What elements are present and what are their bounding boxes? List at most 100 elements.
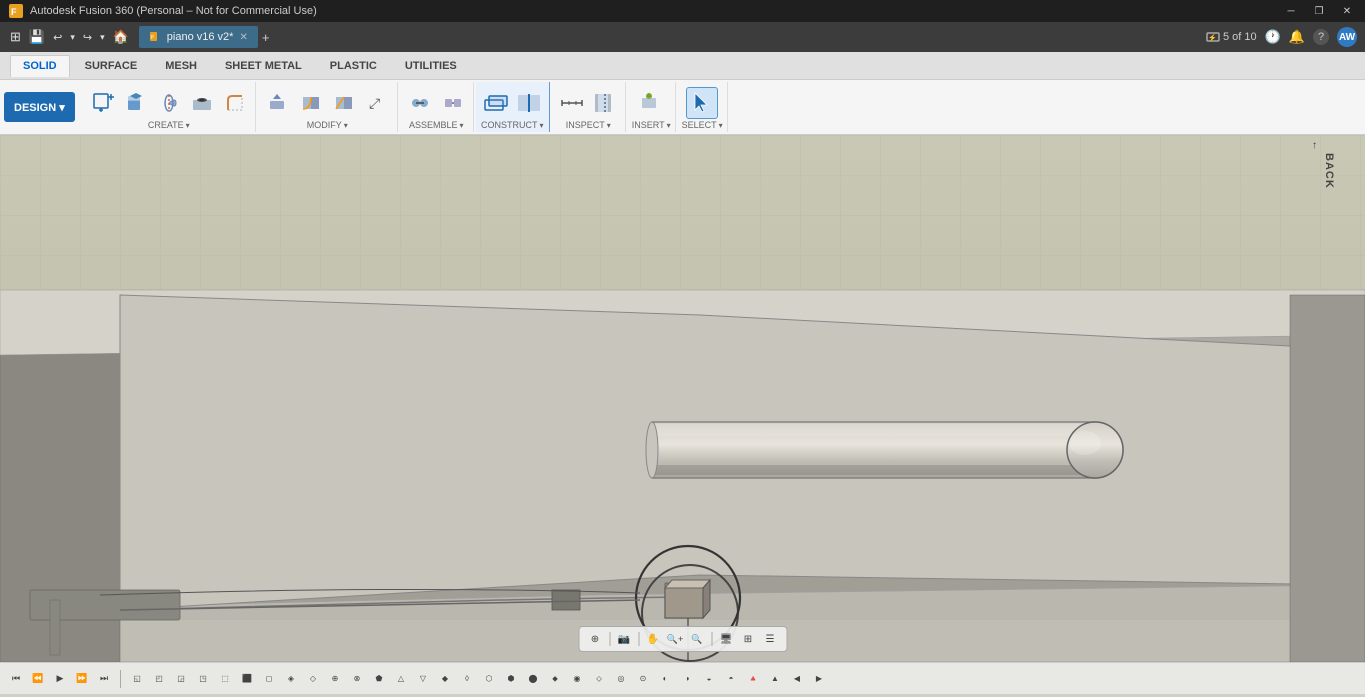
extrude-button[interactable]: [120, 87, 152, 119]
tool-4[interactable]: ◳: [193, 669, 213, 689]
tool-5[interactable]: ⬚: [215, 669, 235, 689]
separator: [609, 632, 610, 646]
move-icon: ⤢: [366, 92, 388, 114]
tool-16[interactable]: ◊: [457, 669, 477, 689]
hole-button[interactable]: [186, 87, 218, 119]
tool-31[interactable]: ◀: [787, 669, 807, 689]
measure-button[interactable]: [556, 87, 588, 119]
user-avatar[interactable]: AW: [1337, 27, 1357, 47]
grid-icon[interactable]: ⊞: [8, 27, 23, 47]
step-forward-button[interactable]: ⏩: [72, 669, 92, 689]
revolve-icon: [158, 92, 180, 114]
tool-19[interactable]: ⬤: [523, 669, 543, 689]
tool-29[interactable]: 🔺: [743, 669, 763, 689]
tool-13[interactable]: △: [391, 669, 411, 689]
tool-17[interactable]: ⬡: [479, 669, 499, 689]
tool-14[interactable]: ▽: [413, 669, 433, 689]
tab-surface[interactable]: SURFACE: [72, 55, 151, 77]
fillet-button[interactable]: [219, 87, 251, 119]
viewport[interactable]: BACK ↑ ⊕ 📷 ✋ 🔍+ 🔍 🖥 ⊞ ☰: [0, 135, 1365, 662]
add-tab-button[interactable]: +: [262, 30, 270, 45]
play-button[interactable]: ▶: [50, 669, 70, 689]
offset-plane-button[interactable]: [480, 87, 512, 119]
insert-label[interactable]: INSERT ▾: [632, 120, 671, 132]
construct-items: [480, 82, 545, 120]
fillet-modify-button[interactable]: [295, 87, 327, 119]
midplane-button[interactable]: [513, 87, 545, 119]
tool-9[interactable]: ◇: [303, 669, 323, 689]
close-button[interactable]: ✕: [1337, 4, 1357, 18]
tab-plastic[interactable]: PLASTIC: [317, 55, 390, 77]
redo-button[interactable]: ↪: [81, 29, 94, 46]
design-dropdown[interactable]: DESIGN ▾: [4, 92, 75, 122]
tool-26[interactable]: ◑: [677, 669, 697, 689]
move-button[interactable]: ⤢: [361, 87, 393, 119]
tool-27[interactable]: ◒: [699, 669, 719, 689]
zoom-button[interactable]: 🔍: [687, 629, 707, 649]
tool-25[interactable]: ◐: [655, 669, 675, 689]
insert-button[interactable]: [635, 87, 667, 119]
step-back-button[interactable]: ⏪: [28, 669, 48, 689]
tool-30[interactable]: ▲: [765, 669, 785, 689]
undo-dropdown[interactable]: ▾: [68, 30, 77, 45]
minimize-button[interactable]: ─: [1281, 4, 1301, 18]
display-mode-button[interactable]: 🖥: [716, 629, 736, 649]
tool-32[interactable]: ▶: [809, 669, 829, 689]
new-sketch-button[interactable]: [87, 87, 119, 119]
revolve-button[interactable]: [153, 87, 185, 119]
chamfer-button[interactable]: [328, 87, 360, 119]
section-analysis-button[interactable]: [589, 87, 621, 119]
notifications-icon[interactable]: 🔔: [1289, 29, 1305, 45]
press-pull-button[interactable]: [262, 87, 294, 119]
joint-icon: [409, 92, 431, 114]
tool-2[interactable]: ◰: [149, 669, 169, 689]
tool-12[interactable]: ⬟: [369, 669, 389, 689]
tool-22[interactable]: ⬦: [589, 669, 609, 689]
create-label[interactable]: CREATE ▾: [148, 120, 190, 132]
help-button[interactable]: ?: [1313, 29, 1329, 45]
tool-3[interactable]: ◲: [171, 669, 191, 689]
redo-dropdown[interactable]: ▾: [98, 30, 107, 45]
file-tab[interactable]: P piano v16 v2* ✕: [139, 26, 258, 48]
history-icon[interactable]: 🕐: [1265, 29, 1281, 45]
zoom-in-button[interactable]: 🔍+: [665, 629, 685, 649]
separator3: [711, 632, 712, 646]
tab-mesh[interactable]: MESH: [152, 55, 210, 77]
tool-24[interactable]: ⊙: [633, 669, 653, 689]
rigid-group-button[interactable]: [437, 87, 469, 119]
tool-1[interactable]: ◱: [127, 669, 147, 689]
tool-15[interactable]: ◆: [435, 669, 455, 689]
tool-11[interactable]: ⊗: [347, 669, 367, 689]
tab-sheet-metal[interactable]: SHEET METAL: [212, 55, 315, 77]
tool-18[interactable]: ⬢: [501, 669, 521, 689]
tab-utilities[interactable]: UTILITIES: [392, 55, 470, 77]
skip-back-button[interactable]: ⏮: [6, 669, 26, 689]
tool-20[interactable]: ⬥: [545, 669, 565, 689]
select-button[interactable]: [686, 87, 718, 119]
tool-23[interactable]: ◎: [611, 669, 631, 689]
tool-7[interactable]: ◻: [259, 669, 279, 689]
select-label[interactable]: SELECT ▾: [682, 120, 723, 132]
tool-8[interactable]: ◈: [281, 669, 301, 689]
tool-6[interactable]: ⬛: [237, 669, 257, 689]
grid-display-button[interactable]: ⊞: [738, 629, 758, 649]
more-display-button[interactable]: ☰: [760, 629, 780, 649]
tool-28[interactable]: ◓: [721, 669, 741, 689]
tab-solid[interactable]: SOLID: [10, 55, 70, 77]
tool-21[interactable]: ◉: [567, 669, 587, 689]
file-tab-close[interactable]: ✕: [239, 32, 247, 43]
save-button[interactable]: 💾: [27, 27, 47, 47]
assemble-label[interactable]: ASSEMBLE ▾: [409, 120, 464, 132]
inspect-label[interactable]: INSPECT ▾: [566, 120, 611, 132]
snap-button[interactable]: ⊕: [585, 629, 605, 649]
skip-forward-button[interactable]: ⏭: [94, 669, 114, 689]
tool-10[interactable]: ⊕: [325, 669, 345, 689]
undo-button[interactable]: ↩: [51, 29, 64, 46]
modify-label[interactable]: MODIFY ▾: [307, 120, 348, 132]
camera-button[interactable]: 📷: [614, 629, 634, 649]
pan-button[interactable]: ✋: [643, 629, 663, 649]
construct-label[interactable]: CONSTRUCT ▾: [481, 120, 544, 132]
joint-button[interactable]: [404, 87, 436, 119]
restore-button[interactable]: ❐: [1309, 4, 1329, 18]
home-button[interactable]: 🏠: [111, 27, 131, 47]
